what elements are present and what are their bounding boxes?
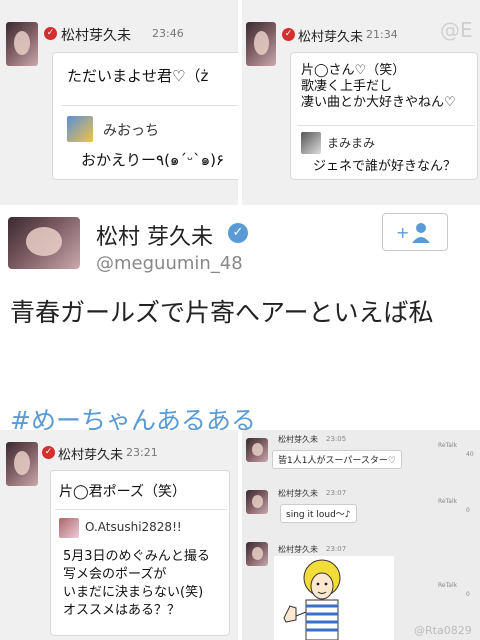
reply-block: まみまみ ジェネで誰が好きなん？ xyxy=(297,125,475,179)
verified-check-icon: ✓ xyxy=(228,223,248,243)
poster-name: 松村芽久未 xyxy=(278,545,318,554)
cartoon-sticker-image xyxy=(274,556,394,640)
verified-badge-icon: ✓ xyxy=(282,28,295,41)
verified-badge-icon: ✓ xyxy=(42,446,55,459)
follow-button[interactable]: + xyxy=(382,213,448,251)
reply-line-4: オススメはある？？ xyxy=(63,603,181,618)
message-bubble: 皆1人1人がスーパースター♡ xyxy=(272,450,402,469)
message-text: ただいまよせ君♡（ż xyxy=(67,67,209,85)
avatar[interactable] xyxy=(6,22,38,66)
message-line-3: 凄い曲とか大好きやねん♡ xyxy=(301,95,456,110)
avatar[interactable] xyxy=(246,490,268,514)
watermark: @Rta0829 xyxy=(414,624,472,637)
message-line-2: 歌凄く上手だし xyxy=(301,79,393,94)
avatar[interactable] xyxy=(246,438,268,462)
poster-name: 松村芽久未 xyxy=(278,489,318,498)
retalk-count: 0 xyxy=(466,591,470,598)
post-time: 23:46 xyxy=(152,27,184,40)
retalk-count: 0 xyxy=(466,507,470,514)
reply-avatar[interactable] xyxy=(67,116,93,142)
tweet-avatar[interactable] xyxy=(8,217,80,269)
reply-name: O.Atsushi2828!! xyxy=(85,520,182,534)
reply-line-3: いまだに決まらない(笑) xyxy=(63,585,204,600)
watermark: @E xyxy=(440,18,473,42)
reply-block: みおっち おかえりー٩(๑ˊᵕˋ๑)۶ xyxy=(61,105,238,175)
message-line-1: 片◯さん♡（笑） xyxy=(301,63,406,78)
tweet-handle[interactable]: @meguumin_48 xyxy=(96,253,243,274)
post-time: 21:34 xyxy=(366,28,398,41)
top-left-chat-panel: ✓ 松村芽久未 23:46 ただいまよせ君♡（ż みおっち おかえりー٩(๑ˊᵕ… xyxy=(0,0,238,205)
svg-text:+: + xyxy=(396,223,409,242)
top-right-chat-panel: ✓ 松村芽久未 21:34 @E 片◯さん♡（笑） 歌凄く上手だし 凄い曲とか大… xyxy=(242,0,480,205)
post-time: 23:07 xyxy=(326,489,347,497)
retalk-button[interactable]: ReTalk xyxy=(438,582,457,589)
poster-name: 松村芽久未 xyxy=(61,28,131,44)
post-time: 23:05 xyxy=(326,435,347,443)
tweet-display-name[interactable]: 松村 芽久未 xyxy=(96,219,213,251)
follow-person-plus-icon: + xyxy=(396,223,430,243)
reply-name: まみまみ xyxy=(327,136,376,150)
message-bubble: ただいまよせ君♡（ż みおっち おかえりー٩(๑ˊᵕˋ๑)۶ xyxy=(52,52,238,180)
message-bubble: sing it loud〜♪ xyxy=(280,504,357,523)
avatar[interactable] xyxy=(6,442,38,486)
poster-name: 松村芽久未 xyxy=(298,30,364,45)
post-time: 23:07 xyxy=(326,545,347,553)
post-time: 23:21 xyxy=(126,446,158,459)
reply-text: おかえりー٩(๑ˊᵕˋ๑)۶ xyxy=(81,151,225,169)
reply-line-1: 5月3日のめぐみんと撮る xyxy=(63,549,210,564)
poster-name: 松村芽久未 xyxy=(58,448,124,463)
verified-badge-icon: ✓ xyxy=(44,27,57,40)
poster-name: 松村芽久未 xyxy=(278,435,318,444)
reply-name: みおっち xyxy=(103,123,159,139)
bottom-right-chat-panel: 松村芽久未 23:05 皆1人1人がスーパースター♡ ReTalk 40 松村芽… xyxy=(242,430,480,640)
reply-block: O.Atsushi2828!! 5月3日のめぐみんと撮る 写メ会のポーズが いま… xyxy=(55,509,227,633)
reply-text: ジェネで誰が好きなん？ xyxy=(313,159,457,174)
bottom-left-chat-panel: ✓ 松村芽久未 23:21 片◯君ポーズ（笑） O.Atsushi2828!! … xyxy=(0,430,238,640)
retalk-button[interactable]: ReTalk xyxy=(438,442,457,449)
avatar[interactable] xyxy=(246,542,268,566)
avatar[interactable] xyxy=(246,22,276,66)
message-bubble: 片◯さん♡（笑） 歌凄く上手だし 凄い曲とか大好きやねん♡ まみまみ ジェネで誰… xyxy=(290,52,478,180)
tweet-card: 松村 芽久未 ✓ @meguumin_48 + 青春ガールズで片寄へアーといえば… xyxy=(0,205,480,431)
message-bubble: 片◯君ポーズ（笑） O.Atsushi2828!! 5月3日のめぐみんと撮る 写… xyxy=(50,470,230,636)
tweet-body: 青春ガールズで片寄へアーといえば私 xyxy=(10,298,434,327)
reply-line-2: 写メ会のポーズが xyxy=(63,567,167,582)
message-text: 片◯君ポーズ（笑） xyxy=(59,484,186,500)
retalk-button[interactable]: ReTalk xyxy=(438,498,457,505)
tweet-hashtag-link[interactable]: #めーちゃんあるある xyxy=(10,401,256,431)
retalk-count: 40 xyxy=(466,451,474,458)
reply-avatar[interactable] xyxy=(59,518,79,538)
reply-avatar[interactable] xyxy=(301,132,321,154)
